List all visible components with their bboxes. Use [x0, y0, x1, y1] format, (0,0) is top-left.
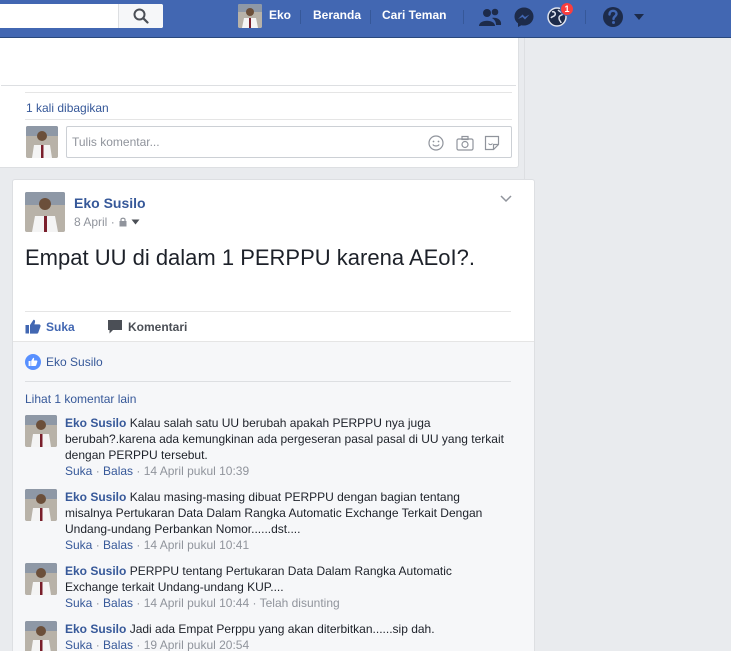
- post-date[interactable]: 8 April: [74, 215, 107, 229]
- comment-body: Eko Susilo Jadi ada Empat Perppu yang ak…: [65, 621, 505, 651]
- comment-avatar[interactable]: [25, 563, 57, 595]
- thumbs-up-icon: [25, 319, 41, 334]
- messenger-icon: [514, 7, 534, 27]
- divider: [1, 85, 516, 86]
- comment-edited-label[interactable]: Telah disunting: [260, 596, 340, 610]
- help-button[interactable]: [601, 5, 625, 29]
- shares-count[interactable]: 1 kali dibagikan: [26, 101, 109, 115]
- post-body: Empat UU di dalam 1 PERPPU karena AEoI?.: [25, 245, 475, 270]
- like-reaction-icon: [25, 354, 41, 370]
- comment-like-link[interactable]: Suka: [65, 538, 92, 552]
- comment-like-link[interactable]: Suka: [65, 464, 92, 478]
- account-menu-button[interactable]: [627, 5, 651, 29]
- sticker-icon[interactable]: [484, 135, 500, 151]
- comment-bubble-icon: [108, 320, 122, 334]
- comment-text: Kalau salah satu UU berubah apakah PERPP…: [65, 416, 504, 462]
- divider: [25, 92, 512, 93]
- nav-divider: [463, 10, 464, 24]
- top-navigation-bar: Eko Beranda Cari Teman 1: [0, 0, 731, 38]
- privacy-lock-icon[interactable]: [119, 217, 127, 227]
- divider: [25, 381, 511, 382]
- profile-avatar[interactable]: [238, 4, 262, 28]
- comment-reply-link[interactable]: Balas: [103, 538, 133, 552]
- audience-caret-icon[interactable]: [131, 219, 140, 225]
- like-label: Suka: [46, 319, 75, 334]
- divider: [25, 311, 511, 312]
- previous-post-card: 1 kali dibagikan Tulis komentar...: [0, 38, 519, 168]
- comment-body: Eko Susilo Kalau masing-masing dibuat PE…: [65, 489, 505, 553]
- comment-actions: Suka · Balas · 14 April pukul 10:41: [65, 538, 250, 552]
- comment-actions: Suka · Balas · 14 April pukul 10:44 · Te…: [65, 596, 340, 610]
- likes-summary[interactable]: Eko Susilo: [25, 354, 103, 370]
- comment-author[interactable]: Eko Susilo: [65, 416, 126, 430]
- comment-input[interactable]: Tulis komentar...: [66, 126, 512, 158]
- divider: [25, 119, 512, 120]
- comment-text: Jadi ada Empat Perppu yang akan diterbit…: [129, 622, 435, 636]
- comment-like-link[interactable]: Suka: [65, 596, 92, 610]
- post-meta: 8 April ·: [74, 215, 140, 229]
- nav-divider: [300, 10, 301, 24]
- comment-author[interactable]: Eko Susilo: [65, 564, 126, 578]
- view-more-comments-link[interactable]: Lihat 1 komentar lain: [25, 392, 136, 406]
- profile-link[interactable]: Eko: [269, 8, 291, 22]
- comment-timestamp[interactable]: 14 April pukul 10:39: [144, 464, 249, 478]
- notification-badge: 1: [560, 2, 574, 16]
- nav-divider: [370, 10, 371, 24]
- comment-like-link[interactable]: Suka: [65, 638, 92, 651]
- comment-placeholder: Tulis komentar...: [72, 135, 160, 149]
- emoji-icon[interactable]: [428, 135, 444, 151]
- comment-label: Komentari: [128, 319, 188, 334]
- help-icon: [603, 7, 623, 27]
- post-author[interactable]: Eko Susilo: [74, 195, 146, 211]
- like-button[interactable]: Suka: [25, 319, 75, 334]
- comment-reply-link[interactable]: Balas: [103, 638, 133, 651]
- liked-by-name[interactable]: Eko Susilo: [46, 355, 103, 369]
- comment-reply-link[interactable]: Balas: [103, 464, 133, 478]
- camera-icon[interactable]: [456, 135, 474, 151]
- comment-text: Kalau masing-masing dibuat PERPPU dengan…: [65, 490, 483, 536]
- friend-requests-icon: [479, 8, 502, 26]
- search-icon: [133, 8, 149, 24]
- comment-author[interactable]: Eko Susilo: [65, 490, 126, 504]
- comment-actions: Suka · Balas · 19 April pukul 20:54: [65, 638, 250, 651]
- comment-reply-link[interactable]: Balas: [103, 596, 133, 610]
- post-card: Eko Susilo 8 April · Empat UU di dalam 1…: [12, 179, 535, 651]
- author-avatar[interactable]: [25, 192, 65, 232]
- comment-avatar[interactable]: [25, 489, 57, 521]
- right-sidebar: [524, 38, 731, 651]
- comment-avatar[interactable]: [25, 621, 57, 651]
- commenter-avatar[interactable]: [26, 126, 58, 158]
- search-button[interactable]: [118, 4, 163, 28]
- comment-body: Eko Susilo PERPPU tentang Pertukaran Dat…: [65, 563, 505, 611]
- messenger-button[interactable]: [512, 5, 536, 29]
- nav-divider: [585, 10, 586, 24]
- comment-actions: Suka · Balas · 14 April pukul 10:39: [65, 464, 250, 478]
- comment-timestamp[interactable]: 14 April pukul 10:41: [144, 538, 249, 552]
- meta-separator: ·: [107, 215, 119, 229]
- comment-avatar[interactable]: [25, 415, 57, 447]
- comment-timestamp[interactable]: 14 April pukul 10:44: [144, 596, 249, 610]
- friend-requests-button[interactable]: [478, 5, 502, 29]
- comment-button[interactable]: Komentari: [107, 319, 187, 334]
- comments-section: Eko Susilo Lihat 1 komentar lain Eko Sus…: [13, 341, 534, 651]
- comment-body: Eko Susilo Kalau salah satu UU berubah a…: [65, 415, 505, 479]
- comment-author[interactable]: Eko Susilo: [65, 622, 126, 636]
- caret-down-icon: [634, 14, 644, 20]
- post-options-chevron-icon[interactable]: [500, 195, 512, 203]
- home-link[interactable]: Beranda: [313, 8, 361, 22]
- comment-timestamp[interactable]: 19 April pukul 20:54: [144, 638, 249, 651]
- find-friends-link[interactable]: Cari Teman: [382, 8, 446, 22]
